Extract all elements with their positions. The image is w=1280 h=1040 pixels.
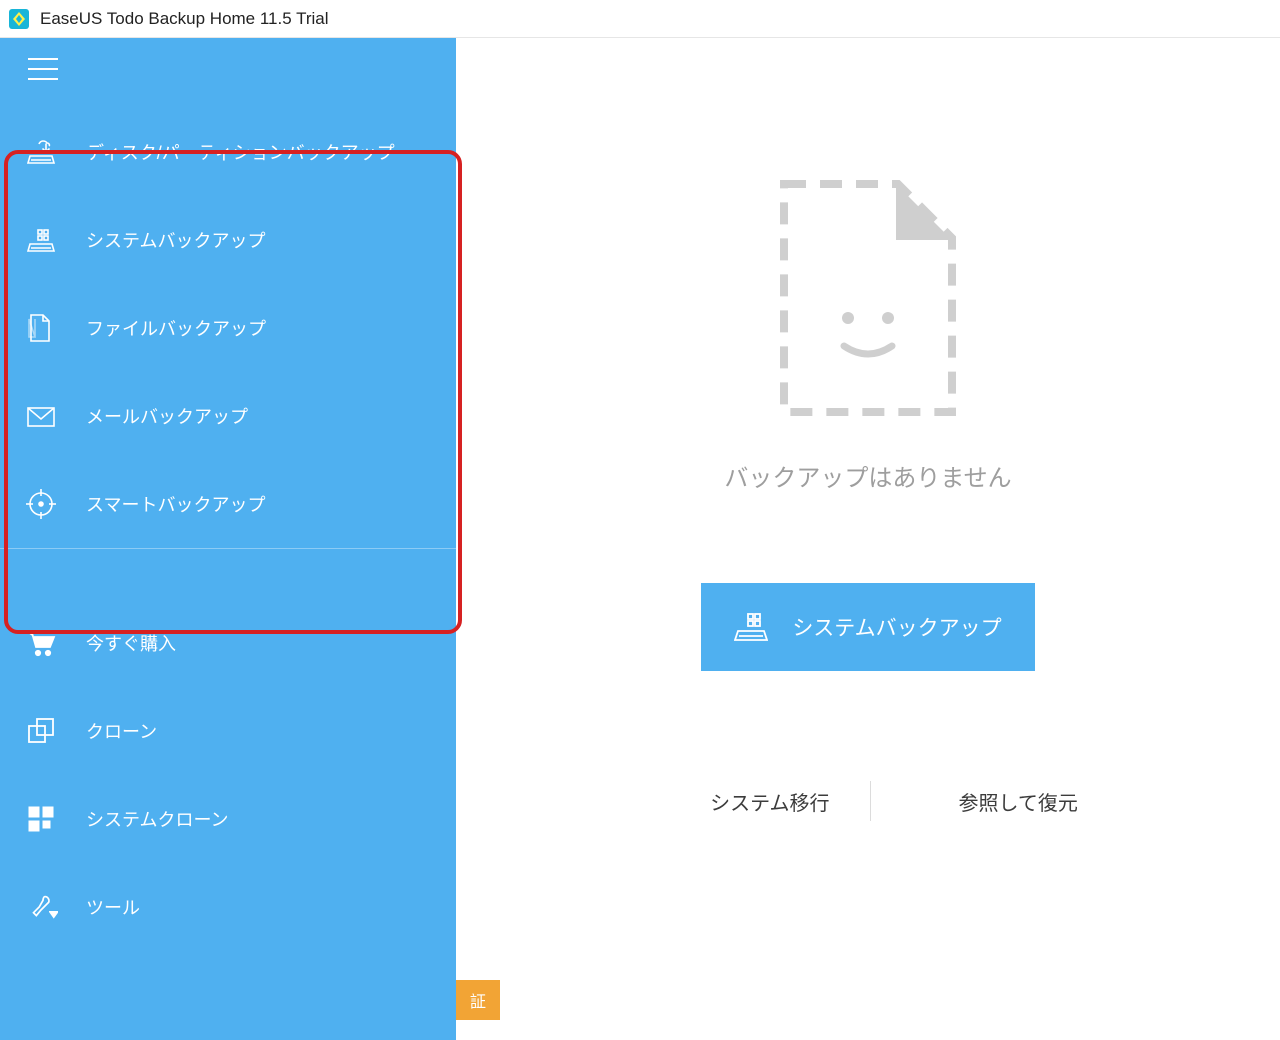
activation-banner[interactable]: 証 — [456, 980, 500, 1020]
action-label: 参照して復元 — [959, 787, 1078, 816]
bottom-actions: システム移行 参照して復元 — [658, 781, 1078, 821]
sidebar-item-label: ツール — [86, 894, 140, 920]
sidebar-item-tools[interactable]: ツール — [0, 863, 456, 951]
wrench-icon — [24, 890, 58, 924]
hamburger-menu-button[interactable] — [28, 58, 58, 80]
sidebar-item-system-clone[interactable]: システムクローン — [0, 775, 456, 863]
migrate-icon — [658, 785, 696, 817]
folder-open-icon — [911, 787, 945, 815]
main-content: バックアップはありません システムバックアップ — [456, 38, 1280, 1040]
sidebar-item-disk-backup[interactable]: ディスク/パーティションバックアップ — [0, 108, 456, 196]
sidebar-item-system-backup[interactable]: システムバックアップ — [0, 196, 456, 284]
sidebar-item-label: クローン — [86, 718, 157, 744]
secondary-menu-group: 今すぐ購入 クローン — [0, 599, 456, 951]
system-migrate-link[interactable]: システム移行 — [658, 785, 829, 817]
sidebar: ディスク/パーティションバックアップ システムバックアップ — [0, 38, 456, 1040]
titlebar: EaseUS Todo Backup Home 11.5 Trial — [0, 0, 1280, 38]
sidebar-divider — [0, 548, 456, 549]
target-icon — [24, 487, 58, 521]
system-backup-button[interactable]: システムバックアップ — [701, 583, 1035, 671]
sidebar-item-file-backup[interactable]: ファイルバックアップ — [0, 284, 456, 372]
banner-text: 証 — [470, 988, 486, 1012]
tiles-icon — [24, 802, 58, 836]
system-disk-icon — [24, 223, 58, 257]
app-logo-icon — [8, 8, 30, 30]
sidebar-item-label: スマートバックアップ — [86, 491, 265, 517]
sidebar-item-label: システムクローン — [86, 806, 229, 832]
browse-restore-link[interactable]: 参照して復元 — [911, 787, 1078, 816]
sidebar-item-smart-backup[interactable]: スマートバックアップ — [0, 460, 456, 548]
disk-icon — [24, 135, 58, 169]
sidebar-item-clone[interactable]: クローン — [0, 687, 456, 775]
sidebar-item-mail-backup[interactable]: メールバックアップ — [0, 372, 456, 460]
file-icon — [24, 311, 58, 345]
separator — [870, 781, 871, 821]
sidebar-item-label: メールバックアップ — [86, 403, 248, 429]
sidebar-item-buy-now[interactable]: 今すぐ購入 — [0, 599, 456, 687]
system-disk-icon — [734, 611, 768, 643]
cart-icon — [24, 626, 58, 660]
sidebar-item-label: ディスク/パーティションバックアップ — [86, 139, 395, 165]
sidebar-item-label: システムバックアップ — [86, 227, 265, 253]
backup-menu-group: ディスク/パーティションバックアップ システムバックアップ — [0, 108, 456, 548]
app-title: EaseUS Todo Backup Home 11.5 Trial — [40, 9, 329, 29]
sidebar-item-label: 今すぐ購入 — [86, 630, 176, 656]
empty-state-message: バックアップはありません — [724, 458, 1011, 493]
sidebar-item-label: ファイルバックアップ — [86, 315, 266, 341]
action-label: システム移行 — [710, 787, 829, 816]
mail-icon — [24, 399, 58, 433]
empty-state-illustration — [778, 178, 958, 418]
button-label: システムバックアップ — [792, 612, 1001, 642]
clone-icon — [24, 714, 58, 748]
